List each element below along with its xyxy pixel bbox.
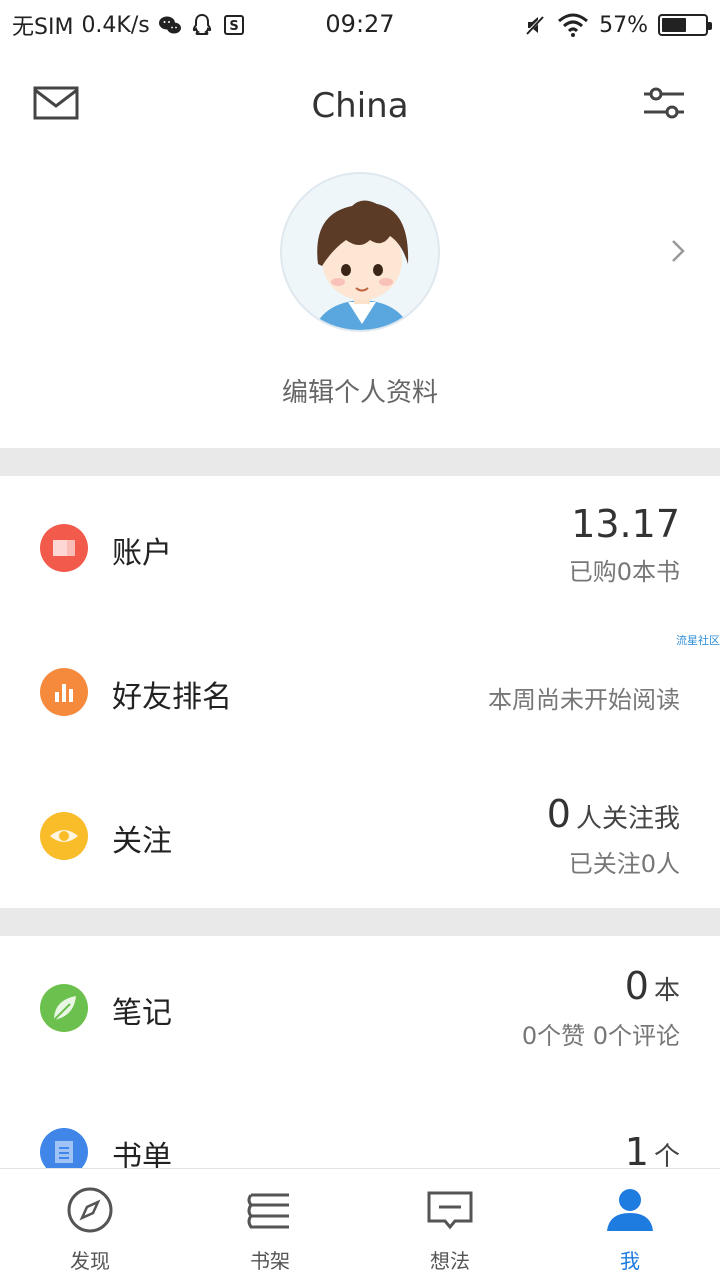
cartoon-boy-avatar [313,200,411,330]
friends-rank-row[interactable]: 好友排名 本周尚未开始阅读 [0,620,720,766]
list-icon [40,1128,88,1168]
tab-label: 我 [620,1249,640,1273]
wallet-icon [40,524,88,572]
tab-label: 想法 [430,1249,470,1273]
reading-status: 本周尚未开始阅读 [488,686,680,714]
booklist-summary: 1 个 [625,1130,680,1168]
row-label-booklist: 书单 [112,1140,172,1168]
avatar[interactable] [280,172,440,332]
battery-percent: 57% [599,12,648,38]
notes-row[interactable]: 笔记 0 本 0个赞 0个评论 [0,936,720,1082]
account-row[interactable]: 账户 13.17 已购0本书 [0,476,720,616]
battery-icon [658,14,712,36]
follower-unit: 人关注我 [575,804,680,834]
booklist-count: 1 [624,1130,649,1168]
section-divider [0,908,720,936]
status-bar: 无SIM 0.4K/s S 09:27 57% [0,0,720,50]
follow-row[interactable]: 关注 0 人关注我 已关注0人 [0,766,720,908]
bar-chart-icon [40,668,88,716]
chevron-right-icon[interactable] [668,236,688,266]
eye-icon [40,812,88,860]
booklist-unit: 个 [653,1142,680,1168]
filter-sliders-icon[interactable] [642,84,686,124]
tab-label: 书架 [250,1249,290,1273]
bottom-nav: 发现 书架 想法 我 [0,1168,720,1280]
wifi-icon [558,13,589,37]
tab-bookshelf[interactable]: 书架 [180,1169,360,1280]
header: China [0,50,720,160]
person-icon [607,1189,653,1231]
tab-discover[interactable]: 发现 [0,1169,180,1280]
notes-unit: 本 [653,976,680,1006]
bookshelf-icon [247,1193,289,1229]
row-label-follow: 关注 [112,824,172,859]
section-divider [0,448,720,476]
leaf-icon [40,984,88,1032]
booklist-row[interactable]: 书单 1 个 [0,1082,720,1168]
page-title: China [311,86,409,126]
tab-label: 发现 [70,1249,110,1273]
account-balance: 13.17 [571,502,680,546]
chat-bubble-icon [427,1191,473,1230]
notes-summary: 0 本 0个赞 0个评论 [522,964,680,1051]
row-label-friends-rank: 好友排名 [112,680,232,715]
notes-count: 0 [624,964,649,1008]
follower-count: 0 [546,792,571,836]
battery-level [662,18,686,32]
following-count: 已关注0人 [568,850,680,878]
status-right: 57% [523,10,712,40]
tab-thoughts[interactable]: 想法 [360,1169,540,1280]
compass-icon [67,1187,113,1233]
mute-icon [525,14,546,36]
row-label-notes: 笔记 [112,996,172,1031]
tab-me[interactable]: 我 [540,1169,720,1280]
row-label-account: 账户 [112,536,172,571]
edit-profile-link[interactable]: 编辑个人资料 [0,372,720,409]
account-summary: 13.17 已购0本书 [569,502,680,587]
purchased-books: 已购0本书 [568,558,680,586]
notes-stats: 0个赞 0个评论 [521,1022,680,1050]
follow-summary: 0 人关注我 已关注0人 [547,792,680,879]
